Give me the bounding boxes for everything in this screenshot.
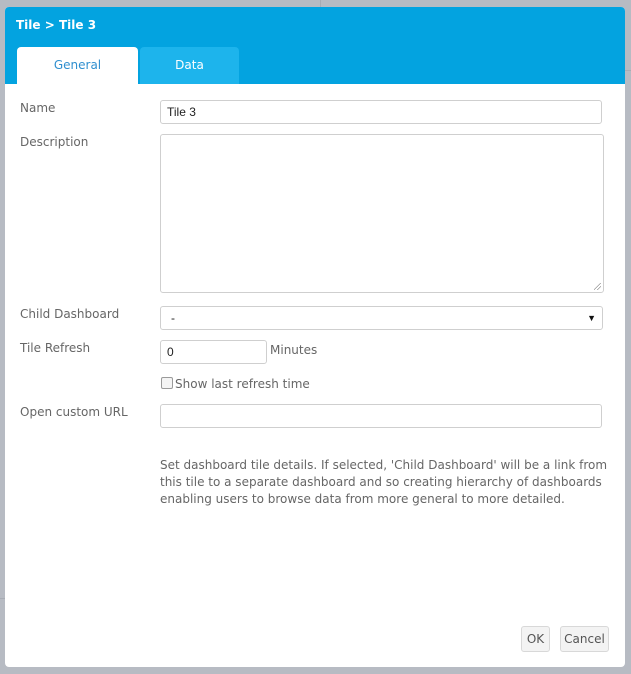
help-text: Set dashboard tile details. If selected,… <box>160 458 608 506</box>
tile-settings-dialog: Tile > Tile 3 General Data Name Tile 3 D… <box>5 7 625 667</box>
tile-refresh-label: Tile Refresh <box>20 341 91 355</box>
background-divider <box>625 70 631 71</box>
child-dashboard-label: Child Dashboard <box>20 307 120 321</box>
custom-url-label: Open custom URL <box>20 405 128 419</box>
name-input[interactable]: Tile 3 <box>160 100 602 124</box>
resize-grip-icon[interactable] <box>594 283 601 290</box>
background-divider <box>320 0 321 7</box>
ok-button[interactable]: OK <box>521 626 550 652</box>
cancel-button[interactable]: Cancel <box>560 626 609 652</box>
name-label: Name <box>20 101 56 115</box>
tab-general[interactable]: General <box>17 47 138 84</box>
tile-refresh-input[interactable]: 0 <box>160 340 267 364</box>
tab-data[interactable]: Data <box>140 47 239 84</box>
dialog-title: Tile > Tile 3 <box>16 18 97 32</box>
child-dashboard-select[interactable]: - ▼ <box>160 306 603 330</box>
dialog-header: Tile > Tile 3 General Data <box>5 7 625 84</box>
tile-refresh-unit: Minutes <box>270 343 318 357</box>
child-dashboard-value: - <box>171 311 175 325</box>
description-textarea[interactable] <box>160 134 604 293</box>
show-last-refresh-checkbox[interactable] <box>161 377 173 389</box>
description-label: Description <box>20 135 89 149</box>
chevron-down-icon: ▼ <box>587 313 596 323</box>
custom-url-input[interactable] <box>160 404 602 428</box>
show-last-refresh-label[interactable]: Show last refresh time <box>175 377 310 391</box>
